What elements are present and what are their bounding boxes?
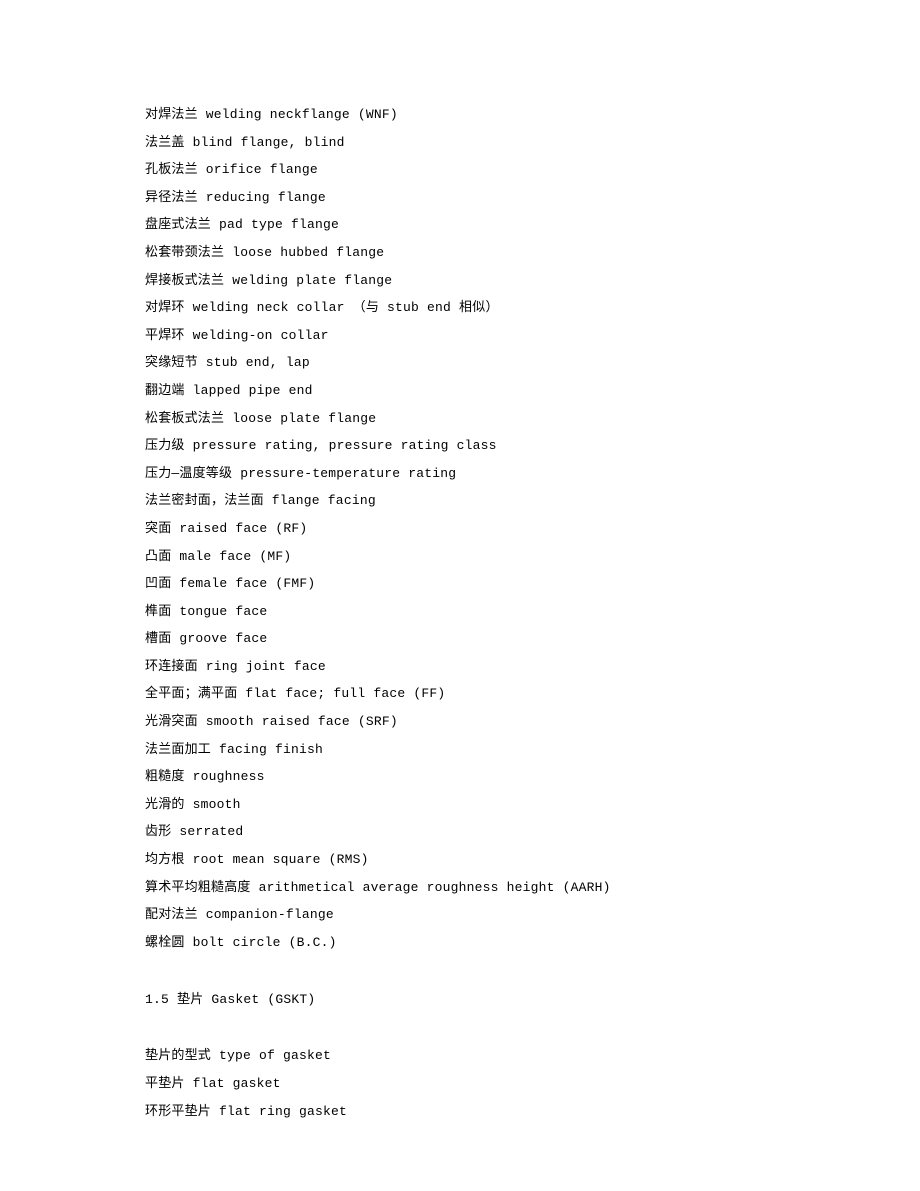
text-line: 凹面 female face (FMF): [145, 577, 920, 590]
text-line: 粗糙度 roughness: [145, 770, 920, 783]
blank-line: [145, 1020, 920, 1035]
text-line: 松套板式法兰 loose plate flange: [145, 412, 920, 425]
text-line: 法兰面加工 facing finish: [145, 743, 920, 756]
text-line: 突面 raised face (RF): [145, 522, 920, 535]
text-line: 齿形 serrated: [145, 825, 920, 838]
document-page: 对焊法兰 welding neckflange (WNF) 法兰盖 blind f…: [0, 0, 920, 1191]
text-line: 平垫片 flat gasket: [145, 1077, 920, 1090]
text-line: 螺栓圆 bolt circle (B.C.): [145, 936, 920, 949]
text-line: 槽面 groove face: [145, 632, 920, 645]
blank-line: [145, 963, 920, 978]
text-line: 均方根 root mean square (RMS): [145, 853, 920, 866]
text-line: 压力级 pressure rating, pressure rating cla…: [145, 439, 920, 452]
text-line: 配对法兰 companion-flange: [145, 908, 920, 921]
text-line: 垫片的型式 type of gasket: [145, 1049, 920, 1062]
text-line: 对焊法兰 welding neckflange (WNF): [145, 108, 920, 121]
text-line: 算术平均粗糙高度 arithmetical average roughness …: [145, 881, 920, 894]
text-line: 榫面 tongue face: [145, 605, 920, 618]
text-line: 平焊环 welding-on collar: [145, 329, 920, 342]
text-line: 1.5 垫片 Gasket (GSKT): [145, 993, 920, 1006]
text-line: 异径法兰 reducing flange: [145, 191, 920, 204]
text-line: 孔板法兰 orifice flange: [145, 163, 920, 176]
text-line: 光滑突面 smooth raised face (SRF): [145, 715, 920, 728]
text-line: 对焊环 welding neck collar （与 stub end 相似）: [145, 301, 920, 314]
text-line: 焊接板式法兰 welding plate flange: [145, 274, 920, 287]
text-line: 法兰盖 blind flange, blind: [145, 136, 920, 149]
text-line: 光滑的 smooth: [145, 798, 920, 811]
text-line: 凸面 male face (MF): [145, 550, 920, 563]
text-line: 法兰密封面，法兰面 flange facing: [145, 494, 920, 507]
text-line: 压力—温度等级 pressure-temperature rating: [145, 467, 920, 480]
text-line: 盘座式法兰 pad type flange: [145, 218, 920, 231]
text-line: 松套带颈法兰 loose hubbed flange: [145, 246, 920, 259]
text-line: 全平面；满平面 flat face; full face (FF): [145, 687, 920, 700]
text-line: 环连接面 ring joint face: [145, 660, 920, 673]
text-line: 突缘短节 stub end, lap: [145, 356, 920, 369]
text-line: 环形平垫片 flat ring gasket: [145, 1105, 920, 1118]
text-line: 翻边端 lapped pipe end: [145, 384, 920, 397]
